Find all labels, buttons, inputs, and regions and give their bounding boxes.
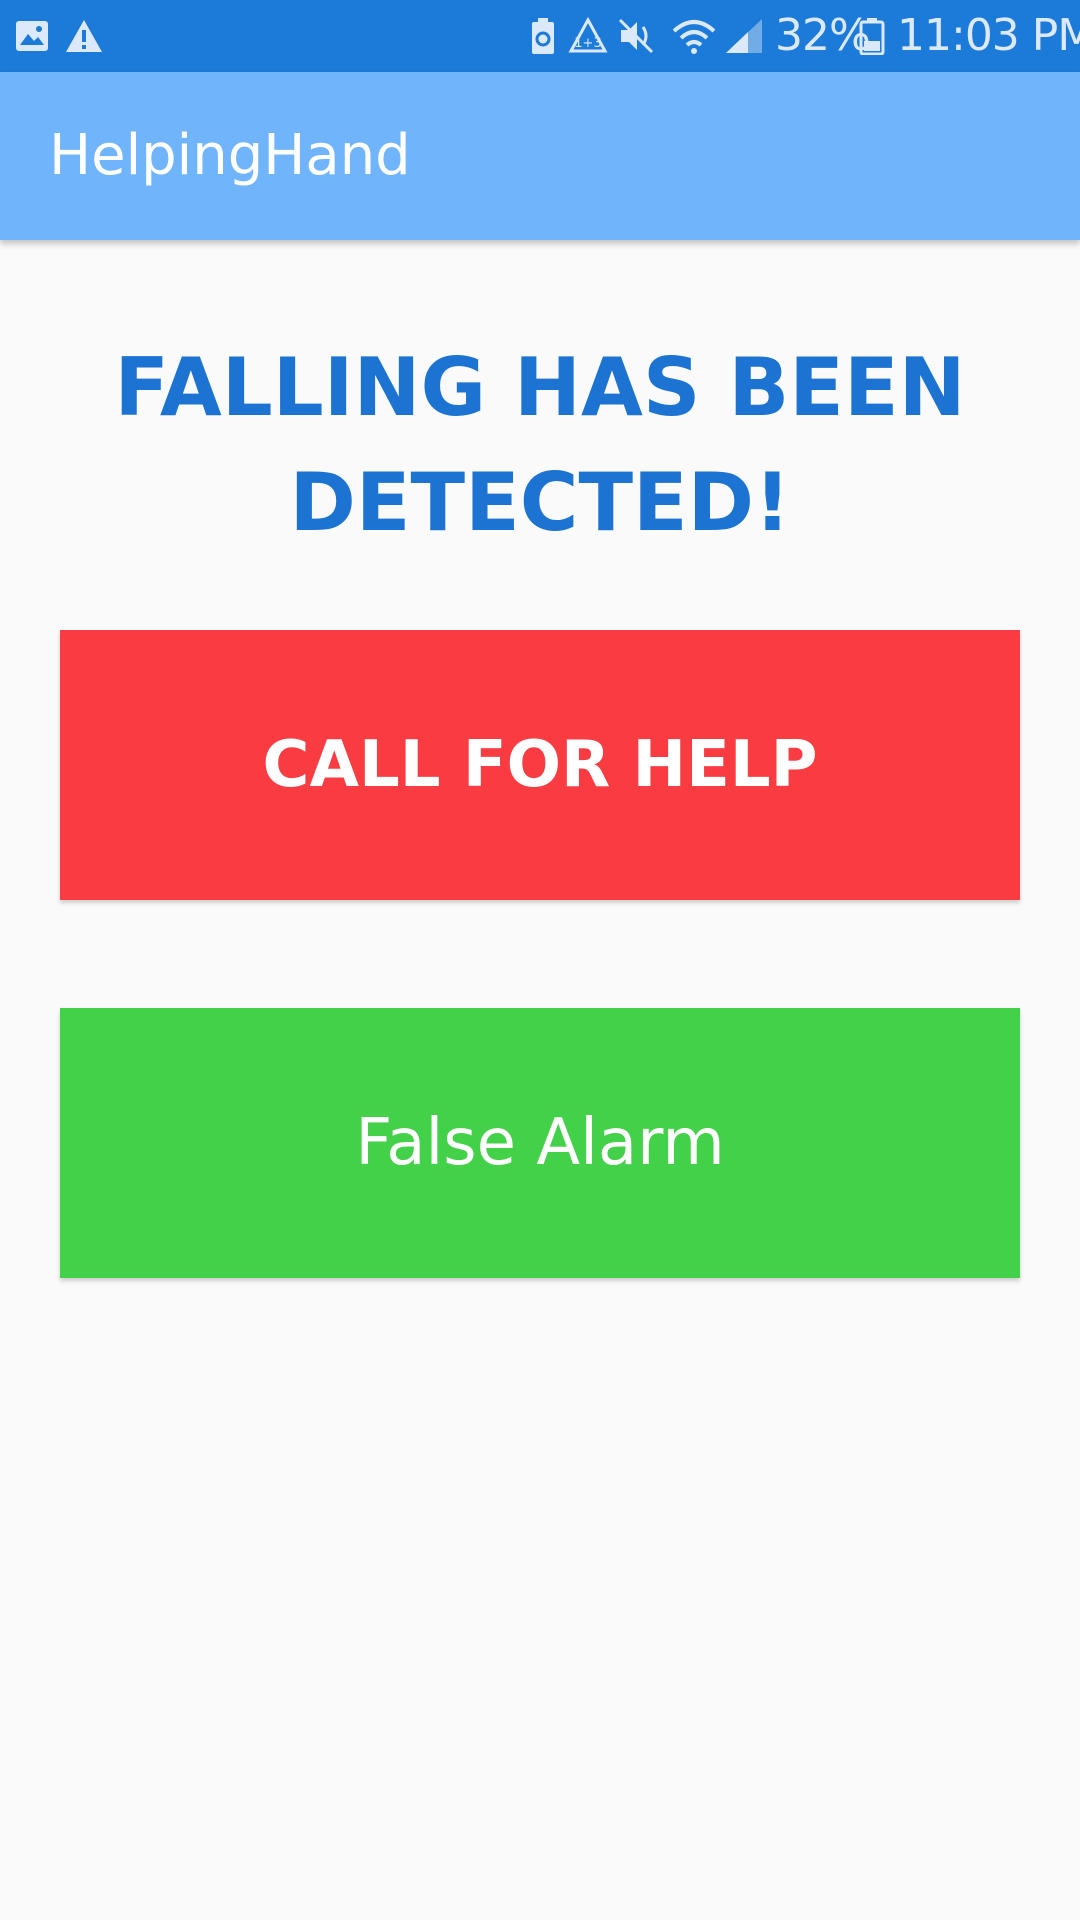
signal-icon [724, 14, 764, 58]
call-for-help-button[interactable]: CALL FOR HELP [60, 630, 1020, 900]
clock: 11:03 PM [897, 10, 1080, 61]
app-bar: HelpingHand [0, 72, 1080, 240]
fall-detected-heading: FALLING HAS BEEN DETECTED! [114, 341, 966, 549]
svg-text:1+3: 1+3 [574, 36, 601, 51]
battery-percent: 32% [775, 10, 871, 61]
mute-icon [617, 14, 657, 58]
gallery-icon [14, 14, 50, 58]
recycle-icon: 1+3 [568, 14, 608, 58]
wifi-icon [672, 14, 716, 58]
status-bar: 1+3 32% 11:03 PM [0, 0, 1080, 72]
false-alarm-button[interactable]: False Alarm [60, 1008, 1020, 1278]
warning-icon [64, 14, 104, 58]
battery-icon [859, 14, 885, 58]
battery-saver-icon [530, 14, 556, 58]
app-title: HelpingHand [49, 123, 411, 188]
